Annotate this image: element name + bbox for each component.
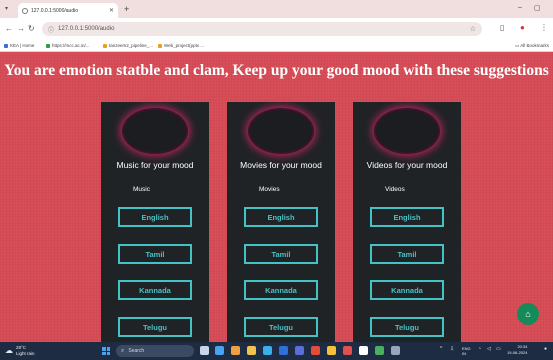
settings-icon[interactable] <box>391 346 400 355</box>
app-icon[interactable] <box>359 346 368 355</box>
app-icon[interactable] <box>311 346 320 355</box>
app-icon[interactable] <box>375 346 384 355</box>
card-subtitle: Music <box>133 186 150 193</box>
new-tab-icon[interactable]: + <box>124 4 129 14</box>
battery-icon[interactable]: ▭ <box>496 346 501 352</box>
english-button[interactable]: English <box>118 207 192 227</box>
bookmark-item[interactable]: tanzeem2_pipeline_... <box>103 43 153 48</box>
tamil-button[interactable]: Tamil <box>118 244 192 264</box>
extensions-icon[interactable]: ▯ <box>500 23 504 32</box>
kannada-button[interactable]: Kannada <box>244 280 318 300</box>
videos-card: Videos for your mood Videos English Tami… <box>353 102 461 352</box>
card-title: Movies for your mood <box>240 160 322 170</box>
profile-icon[interactable]: ● <box>520 23 525 32</box>
bookmark-star-icon[interactable]: ☆ <box>470 25 476 33</box>
widgets-icon[interactable] <box>215 346 224 355</box>
store-icon[interactable] <box>279 346 288 355</box>
bookmark-favicon-icon <box>46 43 50 48</box>
bookmark-item[interactable]: Web_project(pptx ... <box>158 43 204 48</box>
card-title: Music for your mood <box>116 160 194 170</box>
tamil-button[interactable]: Tamil <box>244 244 318 264</box>
card-image <box>250 110 312 152</box>
search-icon: ⌕ <box>121 347 125 354</box>
taskbar-search-input[interactable]: ⌕ Search <box>116 345 194 357</box>
telugu-button[interactable]: Telugu <box>244 317 318 337</box>
card-image <box>124 110 186 152</box>
url-input[interactable]: ⓘ 127.0.0.1:5000/audio ☆ <box>42 22 482 36</box>
english-button[interactable]: English <box>244 207 318 227</box>
brave-icon[interactable] <box>231 346 240 355</box>
minimize-icon[interactable]: – <box>518 4 522 11</box>
tab-search-icon[interactable]: ▾ <box>5 5 8 12</box>
bookmarks-bar: KEA | Home https://mcc.ac.in/... tanzeem… <box>0 40 553 52</box>
vscode-icon[interactable] <box>295 346 304 355</box>
back-icon[interactable]: ← <box>5 24 13 33</box>
tab-title: 127.0.0.1:5000/audio <box>31 7 78 14</box>
site-info-icon[interactable]: ⓘ <box>48 25 54 34</box>
english-button[interactable]: English <box>370 207 444 227</box>
tamil-button[interactable]: Tamil <box>370 244 444 264</box>
folder-icon <box>103 43 107 48</box>
music-card: Music for your mood Music English Tamil … <box>101 102 209 352</box>
browser-tab-bar: ▾ 127.0.0.1:5000/audio ✕ + – ▢ <box>0 0 553 18</box>
globe-icon <box>22 7 28 14</box>
card-subtitle: Videos <box>385 186 405 193</box>
kannada-button[interactable]: Kannada <box>118 280 192 300</box>
volume-icon[interactable]: ◁ <box>487 346 491 352</box>
folder-icon <box>158 43 162 48</box>
card-subtitle: Movies <box>259 186 280 193</box>
browser-tab[interactable]: 127.0.0.1:5000/audio ✕ <box>18 3 118 18</box>
file-explorer-icon[interactable] <box>247 346 256 355</box>
telugu-button[interactable]: Telugu <box>370 317 444 337</box>
language-indicator[interactable]: ENG IN <box>462 346 471 356</box>
home-icon: ⌂ <box>525 309 531 319</box>
bookmark-item[interactable]: https://mcc.ac.in/... <box>46 43 90 48</box>
tray-icon[interactable]: ⇩ <box>450 346 454 352</box>
tray-chevron-icon[interactable]: ^ <box>440 346 442 352</box>
cloud-rain-icon: ☁ <box>5 346 13 355</box>
url-text: 127.0.0.1:5000/audio <box>58 26 115 32</box>
reload-icon[interactable]: ↻ <box>28 24 35 33</box>
card-title: Videos for your mood <box>366 160 448 170</box>
windows-start-icon[interactable] <box>102 347 110 355</box>
close-icon[interactable]: ✕ <box>109 7 114 14</box>
page-content: You are emotion statble and clam, Keep u… <box>0 52 553 352</box>
telugu-button[interactable]: Telugu <box>118 317 192 337</box>
card-image <box>376 110 438 152</box>
home-fab-button[interactable]: ⌂ <box>517 303 539 325</box>
kannada-button[interactable]: Kannada <box>370 280 444 300</box>
all-bookmarks-button[interactable]: ▭ All Bookmarks <box>515 43 549 49</box>
windows-taskbar: ☁ 28°C Light rain ⌕ Search ^ ⇩ ENG IN ◔ ◁… <box>0 342 553 360</box>
forward-icon[interactable]: → <box>17 24 25 33</box>
app-icon[interactable] <box>343 346 352 355</box>
chrome-icon[interactable] <box>327 346 336 355</box>
weather-widget[interactable]: ☁ 28°C Light rain <box>5 345 35 356</box>
notification-icon[interactable]: ● <box>544 346 547 352</box>
bookmark-favicon-icon <box>4 43 8 48</box>
maximize-icon[interactable]: ▢ <box>534 4 541 12</box>
page-title: You are emotion statble and clam, Keep u… <box>4 62 549 79</box>
wifi-icon[interactable]: ◔ <box>478 346 481 352</box>
task-view-icon[interactable] <box>200 346 209 355</box>
movies-card: Movies for your mood Movies English Tami… <box>227 102 335 352</box>
menu-icon[interactable]: ⋮ <box>540 23 548 32</box>
edge-icon[interactable] <box>263 346 272 355</box>
bookmark-item[interactable]: KEA | Home <box>4 43 34 48</box>
clock[interactable]: 20:34 19-06-2024 <box>507 344 527 356</box>
